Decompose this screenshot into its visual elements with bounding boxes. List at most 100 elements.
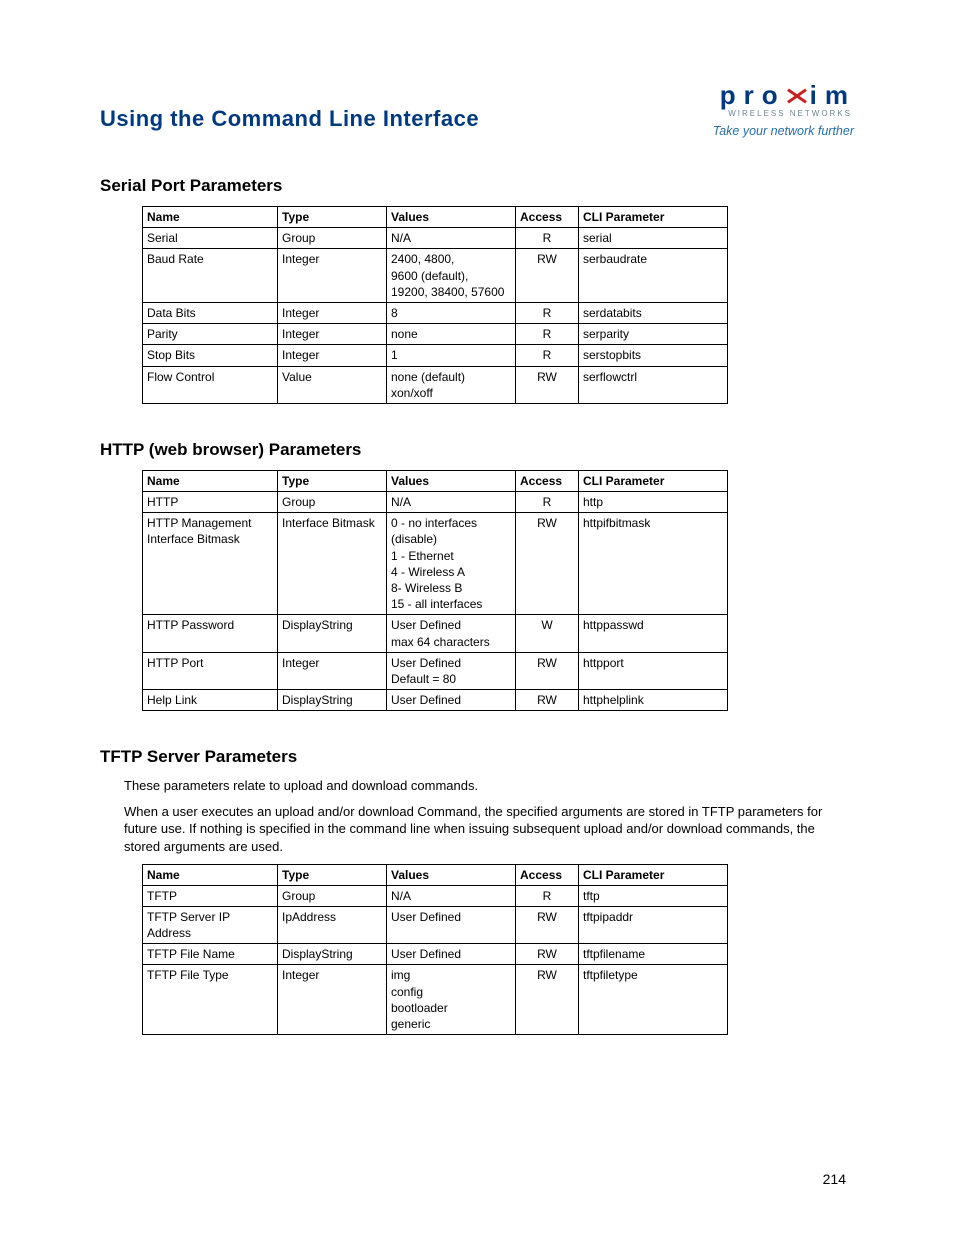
parameter-table: NameTypeValuesAccessCLI ParameterSerialG… [142,206,728,404]
cell-type: Integer [278,302,387,323]
section: HTTP (web browser) Parameters NameTypeVal… [100,440,854,711]
table-row: TFTP File NameDisplayStringUser DefinedR… [143,944,728,965]
logo: proim WIRELESS NETWORKS Take your networ… [713,80,854,138]
cell-type: Integer [278,345,387,366]
logo-x-icon [786,85,808,107]
cell-access: RW [516,944,579,965]
cell-access: R [516,885,579,906]
page-number: 214 [823,1171,846,1187]
page-title: Using the Command Line Interface [100,80,479,132]
cell-values: User Defined [387,906,516,943]
section: Serial Port ParametersNameTypeValuesAcce… [100,176,854,404]
cell-name: TFTP File Name [143,944,278,965]
cell-access: RW [516,965,579,1035]
cell-values: none (default)xon/xoff [387,366,516,403]
cell-values: User Defined [387,690,516,711]
cell-cli: httphelplink [579,690,728,711]
cell-type: Integer [278,249,387,303]
column-header-type: Type [278,470,387,491]
table-row: Baud RateInteger2400, 4800,9600 (default… [143,249,728,303]
cell-access: RW [516,690,579,711]
cell-access: RW [516,906,579,943]
cell-name: Baud Rate [143,249,278,303]
cell-values: none [387,324,516,345]
cell-name: Help Link [143,690,278,711]
cell-access: R [516,302,579,323]
cell-name: Parity [143,324,278,345]
cell-access: RW [516,513,579,615]
table-row: TFTP File TypeIntegerimgconfigbootloader… [143,965,728,1035]
cell-cli: http [579,492,728,513]
cell-name: HTTP [143,492,278,513]
cell-values: N/A [387,228,516,249]
cell-name: Flow Control [143,366,278,403]
cell-cli: serdatabits [579,302,728,323]
column-header-name: Name [143,470,278,491]
column-header-cli: CLI Parameter [579,864,728,885]
table-row: HTTP PasswordDisplayStringUser Definedma… [143,615,728,652]
cell-access: R [516,228,579,249]
table-row: SerialGroupN/ARserial [143,228,728,249]
cell-values: imgconfigbootloadergeneric [387,965,516,1035]
column-header-type: Type [278,864,387,885]
parameter-table: NameTypeValuesAccessCLI ParameterHTTPGro… [142,470,728,711]
table-row: HTTPGroupN/ARhttp [143,492,728,513]
cell-type: DisplayString [278,944,387,965]
table-row: Flow ControlValuenone (default)xon/xoffR… [143,366,728,403]
cell-name: TFTP File Type [143,965,278,1035]
cell-type: IpAddress [278,906,387,943]
cell-type: DisplayString [278,615,387,652]
cell-values: 8 [387,302,516,323]
section-paragraph: These parameters relate to upload and do… [124,777,854,795]
column-header-name: Name [143,864,278,885]
cell-values: 2400, 4800,9600 (default),19200, 38400, … [387,249,516,303]
cell-type: Integer [278,652,387,689]
column-header-cli: CLI Parameter [579,470,728,491]
cell-name: HTTP Password [143,615,278,652]
column-header-name: Name [143,207,278,228]
cell-cli: serbaudrate [579,249,728,303]
cell-access: W [516,615,579,652]
table-row: Help LinkDisplayStringUser DefinedRWhttp… [143,690,728,711]
cell-values: User Defined [387,944,516,965]
table-row: HTTP PortIntegerUser DefinedDefault = 80… [143,652,728,689]
cell-cli: serstopbits [579,345,728,366]
cell-values: N/A [387,492,516,513]
logo-subtext: WIRELESS NETWORKS [728,109,852,118]
column-header-values: Values [387,470,516,491]
column-header-access: Access [516,864,579,885]
cell-cli: serial [579,228,728,249]
column-header-access: Access [516,470,579,491]
cell-type: Interface Bitmask [278,513,387,615]
cell-access: RW [516,366,579,403]
column-header-cli: CLI Parameter [579,207,728,228]
cell-cli: httppasswd [579,615,728,652]
cell-cli: serflowctrl [579,366,728,403]
cell-cli: tftpfilename [579,944,728,965]
cell-cli: httpport [579,652,728,689]
table-row: HTTP Management Interface BitmaskInterfa… [143,513,728,615]
page-header: Using the Command Line Interface proim W… [100,80,854,138]
cell-cli: serparity [579,324,728,345]
cell-name: HTTP Port [143,652,278,689]
section-title: HTTP (web browser) Parameters [100,440,854,460]
logo-wordmark: proim [720,80,854,111]
cell-values: 0 - no interfaces (disable)1 - Ethernet4… [387,513,516,615]
cell-values: N/A [387,885,516,906]
column-header-values: Values [387,864,516,885]
cell-type: DisplayString [278,690,387,711]
cell-type: Integer [278,965,387,1035]
cell-name: TFTP [143,885,278,906]
cell-name: Stop Bits [143,345,278,366]
table-row: Stop BitsInteger1Rserstopbits [143,345,728,366]
table-row: Data BitsInteger8Rserdatabits [143,302,728,323]
table-row: TFTPGroupN/ARtftp [143,885,728,906]
cell-name: TFTP Server IP Address [143,906,278,943]
cell-access: RW [516,652,579,689]
column-header-values: Values [387,207,516,228]
section-title: TFTP Server Parameters [100,747,854,767]
section: TFTP Server Parameters These parameters r… [100,747,854,1035]
table-row: ParityIntegernoneRserparity [143,324,728,345]
cell-cli: tftpfiletype [579,965,728,1035]
column-header-type: Type [278,207,387,228]
